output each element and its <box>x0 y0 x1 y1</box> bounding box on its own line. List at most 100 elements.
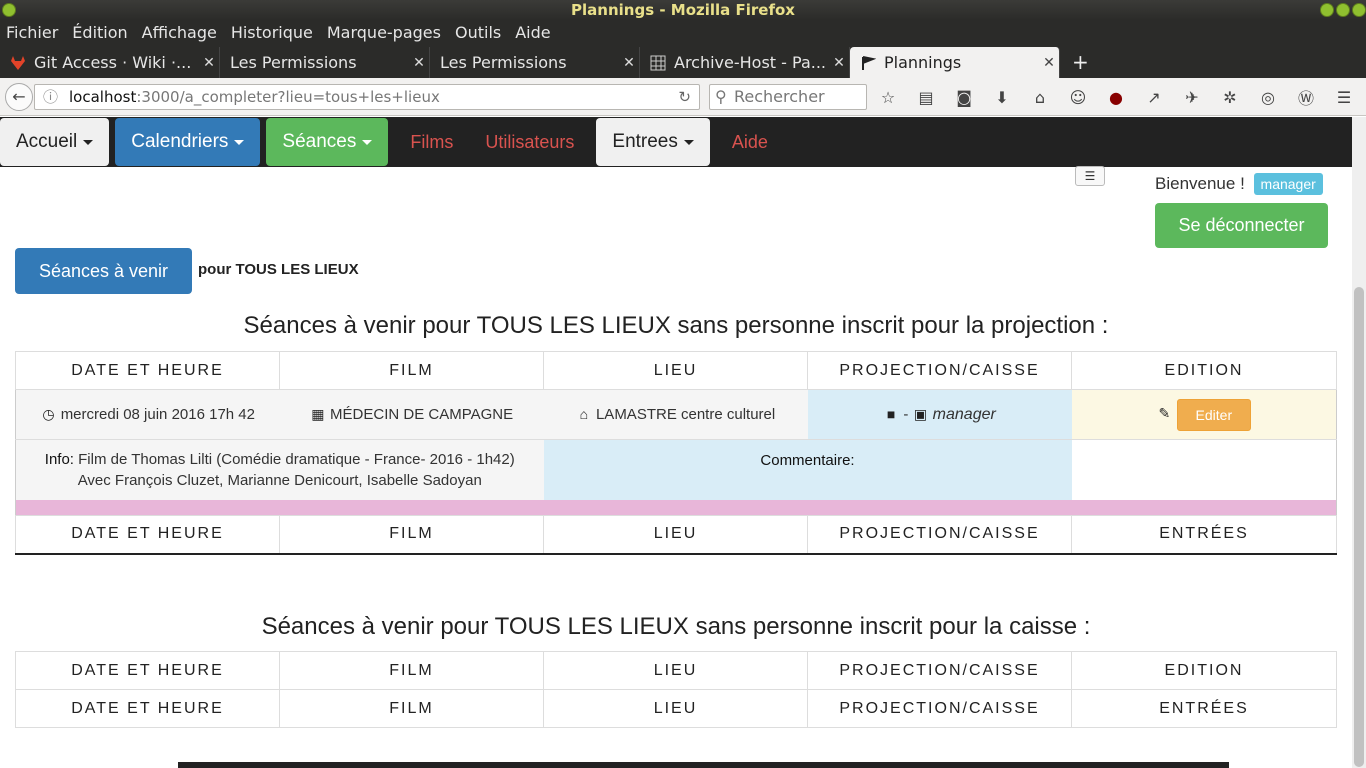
session-date: mercredi 08 juin 2016 17h 42 <box>60 406 255 423</box>
column-header: LIEU <box>543 651 808 690</box>
edit-button[interactable]: Editer <box>1176 398 1252 431</box>
column-footer: ENTRÉES <box>1071 689 1337 728</box>
menu-outils[interactable]: Outils <box>455 23 501 42</box>
info-line2: Avec François Cluzet, Marianne Denicourt… <box>77 471 482 489</box>
column-footer: ENTRÉES <box>1071 515 1337 554</box>
column-header: FILM <box>279 651 544 690</box>
chat-icon[interactable]: ☺ <box>1066 88 1090 107</box>
tab-close-icon[interactable]: ✕ <box>1039 55 1059 71</box>
upcoming-sessions-button[interactable]: Séances à venir <box>15 248 192 294</box>
page-content: Accueil Calendriers Séances Films Utilis… <box>0 117 1352 768</box>
browser-tab[interactable]: Git Access · Wiki ·... ✕ <box>0 47 220 78</box>
table-row: ◷ mercredi 08 juin 2016 17h 42 ▦ MÉDECIN… <box>15 389 1337 440</box>
menu-fichier[interactable]: Fichier <box>6 23 58 42</box>
column-header: DATE ET HEURE <box>15 351 280 390</box>
browser-tabbar: Git Access · Wiki ·... ✕ Les Permissions… <box>0 45 1366 78</box>
search-input[interactable]: ⚲ Rechercher <box>709 84 867 110</box>
column-footer: DATE ET HEURE <box>15 515 280 554</box>
browser-tab[interactable]: Les Permissions ✕ <box>430 47 640 78</box>
nav-calendriers[interactable]: Calendriers <box>115 118 261 166</box>
tab-label: Git Access · Wiki ·... <box>34 53 192 72</box>
table-row-info: Info: Film de Thomas Lilti (Comédie dram… <box>15 439 1337 500</box>
menu-aide[interactable]: Aide <box>515 23 550 42</box>
reading-list-icon[interactable]: ▤ <box>914 88 938 107</box>
page-scrollbar[interactable] <box>1352 117 1366 768</box>
column-header: EDITION <box>1071 351 1337 390</box>
new-tab-icon[interactable]: + <box>1060 50 1101 78</box>
bookmark-star-icon[interactable]: ☆ <box>876 88 900 107</box>
minimize-icon[interactable] <box>1320 3 1334 17</box>
column-footer: DATE ET HEURE <box>15 689 280 728</box>
footer-bar <box>178 762 1229 768</box>
caret-icon <box>83 139 94 145</box>
network-icon[interactable]: ✲ <box>1218 88 1242 107</box>
close-window-icon[interactable] <box>1352 3 1366 17</box>
projection-table: DATE ET HEURE FILM LIEU PROJECTION/CAISS… <box>15 351 1337 555</box>
tab-label: Plannings <box>884 53 962 72</box>
menu-historique[interactable]: Historique <box>231 23 313 42</box>
session-place: LAMASTRE centre culturel <box>595 406 776 423</box>
gitlab-icon <box>10 55 26 71</box>
tab-close-icon[interactable]: ✕ <box>619 55 639 71</box>
column-footer: LIEU <box>543 515 808 554</box>
ublock-icon[interactable]: ● <box>1104 88 1128 107</box>
nav-calendriers-label: Calendriers <box>131 131 229 152</box>
nav-aide[interactable]: Aide <box>716 132 784 153</box>
nav-accueil[interactable]: Accueil <box>0 118 110 166</box>
cell-lieu: ⌂ LAMASTRE centre culturel <box>543 389 808 440</box>
tab-close-icon[interactable]: ✕ <box>829 55 849 71</box>
nav-entrees[interactable]: Entrees <box>596 118 710 166</box>
info-label: Info: <box>44 450 74 468</box>
window-title: Plannings - Mozilla Firefox <box>571 1 795 19</box>
pocket-icon[interactable]: ◙ <box>952 88 976 107</box>
comment-label: Commentaire: <box>760 452 855 469</box>
browser-tab[interactable]: Archive-Host - Pa... ✕ <box>640 47 850 78</box>
tab-close-icon[interactable]: ✕ <box>409 55 429 71</box>
browser-tab[interactable]: Les Permissions ✕ <box>220 47 430 78</box>
download-icon[interactable]: ⬇ <box>990 88 1014 107</box>
tab-close-icon[interactable]: ✕ <box>199 55 219 71</box>
info-line1: Film de Thomas Lilti (Comédie dramatique… <box>78 450 515 468</box>
cell-info: Info: Film de Thomas Lilti (Comédie dram… <box>15 439 544 500</box>
nav-entrees-label: Entrees <box>612 131 678 152</box>
browser-tab-active[interactable]: Plannings ✕ <box>850 47 1060 78</box>
search-placeholder: Rechercher <box>734 87 825 106</box>
pencil-icon: ✎ <box>1158 405 1171 422</box>
search-icon: ⚲ <box>715 87 727 106</box>
nav-utilisateurs[interactable]: Utilisateurs <box>469 132 590 153</box>
column-footer: LIEU <box>543 689 808 728</box>
url-bar[interactable]: ⓘ localhost:3000/a_completer?lieu=tous+l… <box>34 84 700 110</box>
session-film: MÉDECIN DE CAMPAGNE <box>330 406 514 423</box>
home-icon[interactable]: ⌂ <box>1028 88 1052 107</box>
cell-date: ◷ mercredi 08 juin 2016 17h 42 <box>15 389 280 440</box>
back-icon[interactable]: ← <box>5 82 33 111</box>
hamburger-menu-icon[interactable]: ☰ <box>1332 88 1356 107</box>
pin-icon[interactable]: ↗ <box>1142 88 1166 107</box>
column-footer: PROJECTION/CAISSE <box>807 515 1072 554</box>
separator-dash: - <box>903 405 909 423</box>
nav-seances[interactable]: Séances <box>266 118 389 166</box>
cell-empty <box>1071 439 1337 500</box>
column-header: PROJECTION/CAISSE <box>807 351 1072 390</box>
menu-edition[interactable]: Édition <box>72 23 127 42</box>
scrollbar-thumb[interactable] <box>1354 287 1364 767</box>
nav-films[interactable]: Films <box>394 132 469 153</box>
window-menu-icon[interactable] <box>2 3 16 17</box>
menu-marque-pages[interactable]: Marque-pages <box>327 23 441 42</box>
wordpress-icon[interactable]: Ⓦ <box>1294 85 1318 109</box>
column-header: FILM <box>279 351 544 390</box>
menu-affichage[interactable]: Affichage <box>142 23 217 42</box>
browser-menubar: Fichier Édition Affichage Historique Mar… <box>0 20 1366 45</box>
assignee-name: manager <box>932 405 996 423</box>
place-filter-label: pour TOUS LES LIEUX <box>198 261 359 278</box>
collapse-menu-icon[interactable]: ☰ <box>1075 166 1105 186</box>
reload-icon[interactable]: ↻ <box>678 85 691 109</box>
caret-icon <box>234 139 245 145</box>
extension-icon[interactable]: ✈ <box>1180 88 1204 107</box>
info-icon[interactable]: ⓘ <box>43 85 58 109</box>
colorzilla-icon[interactable]: ◎ <box>1256 88 1280 107</box>
caisse-table: DATE ET HEURE FILM LIEU PROJECTION/CAISS… <box>15 651 1337 728</box>
logout-button[interactable]: Se déconnecter <box>1155 203 1328 248</box>
toolbar-icons: ☆ ▤ ◙ ⬇ ⌂ ☺ ● ↗ ✈ ✲ ◎ Ⓦ ☰ <box>876 84 1356 110</box>
maximize-icon[interactable] <box>1336 3 1350 17</box>
